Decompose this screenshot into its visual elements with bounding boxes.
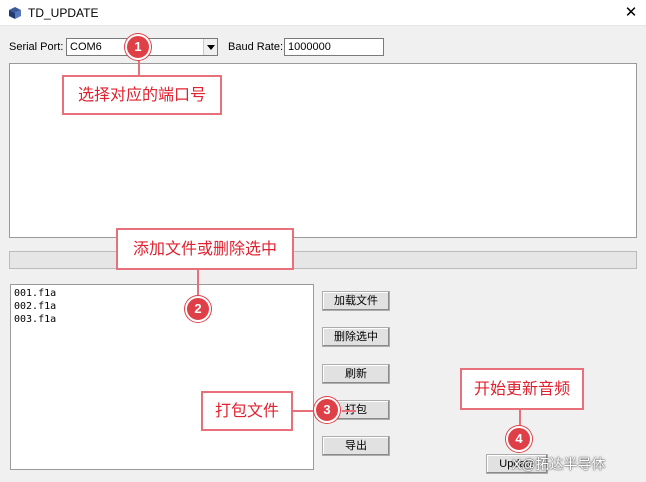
callout-step3: 打包文件: [201, 391, 293, 431]
callout-step4: 开始更新音频: [460, 368, 584, 410]
add-file-button[interactable]: 加载文件: [322, 291, 390, 311]
chevron-down-icon[interactable]: [203, 39, 217, 55]
step-marker-2: 2: [185, 296, 211, 322]
callout-step2: 添加文件或删除选中: [116, 228, 294, 270]
list-item[interactable]: 002.f1a: [14, 300, 310, 313]
callout-connector: [197, 270, 199, 296]
baud-rate-input[interactable]: 1000000: [284, 38, 384, 56]
delete-selected-button[interactable]: 删除选中: [322, 327, 390, 347]
list-item[interactable]: 001.f1a: [14, 287, 310, 300]
serial-port-label: Serial Port:: [9, 41, 64, 53]
callout-connector: [138, 60, 140, 75]
callout-connector: [293, 410, 315, 412]
refresh-button[interactable]: 刷新: [322, 364, 390, 384]
progress-bar: [9, 251, 637, 269]
callout-step1: 选择对应的端口号: [62, 75, 222, 115]
window-title: TD_UPDATE: [28, 6, 99, 20]
step-marker-3: 3: [314, 397, 340, 423]
callout-connector: [519, 410, 521, 426]
close-icon: ✕: [624, 4, 638, 21]
callout-connector: [342, 410, 356, 412]
file-list[interactable]: 001.f1a 002.f1a 003.f1a: [10, 284, 314, 470]
step-marker-4: 4: [506, 426, 532, 452]
baud-rate-label: Baud Rate:: [228, 41, 284, 53]
title-bar: TD_UPDATE ✕: [0, 0, 646, 26]
cube-icon: [9, 7, 21, 19]
watermark: X@拓达半导体: [512, 456, 606, 472]
baud-rate-value: 1000000: [288, 41, 331, 53]
serial-port-value: COM6: [70, 41, 102, 53]
export-button[interactable]: 导出: [322, 436, 390, 456]
step-marker-1: 1: [125, 34, 151, 60]
list-item[interactable]: 003.f1a: [14, 313, 310, 326]
close-button[interactable]: ✕: [620, 2, 642, 24]
